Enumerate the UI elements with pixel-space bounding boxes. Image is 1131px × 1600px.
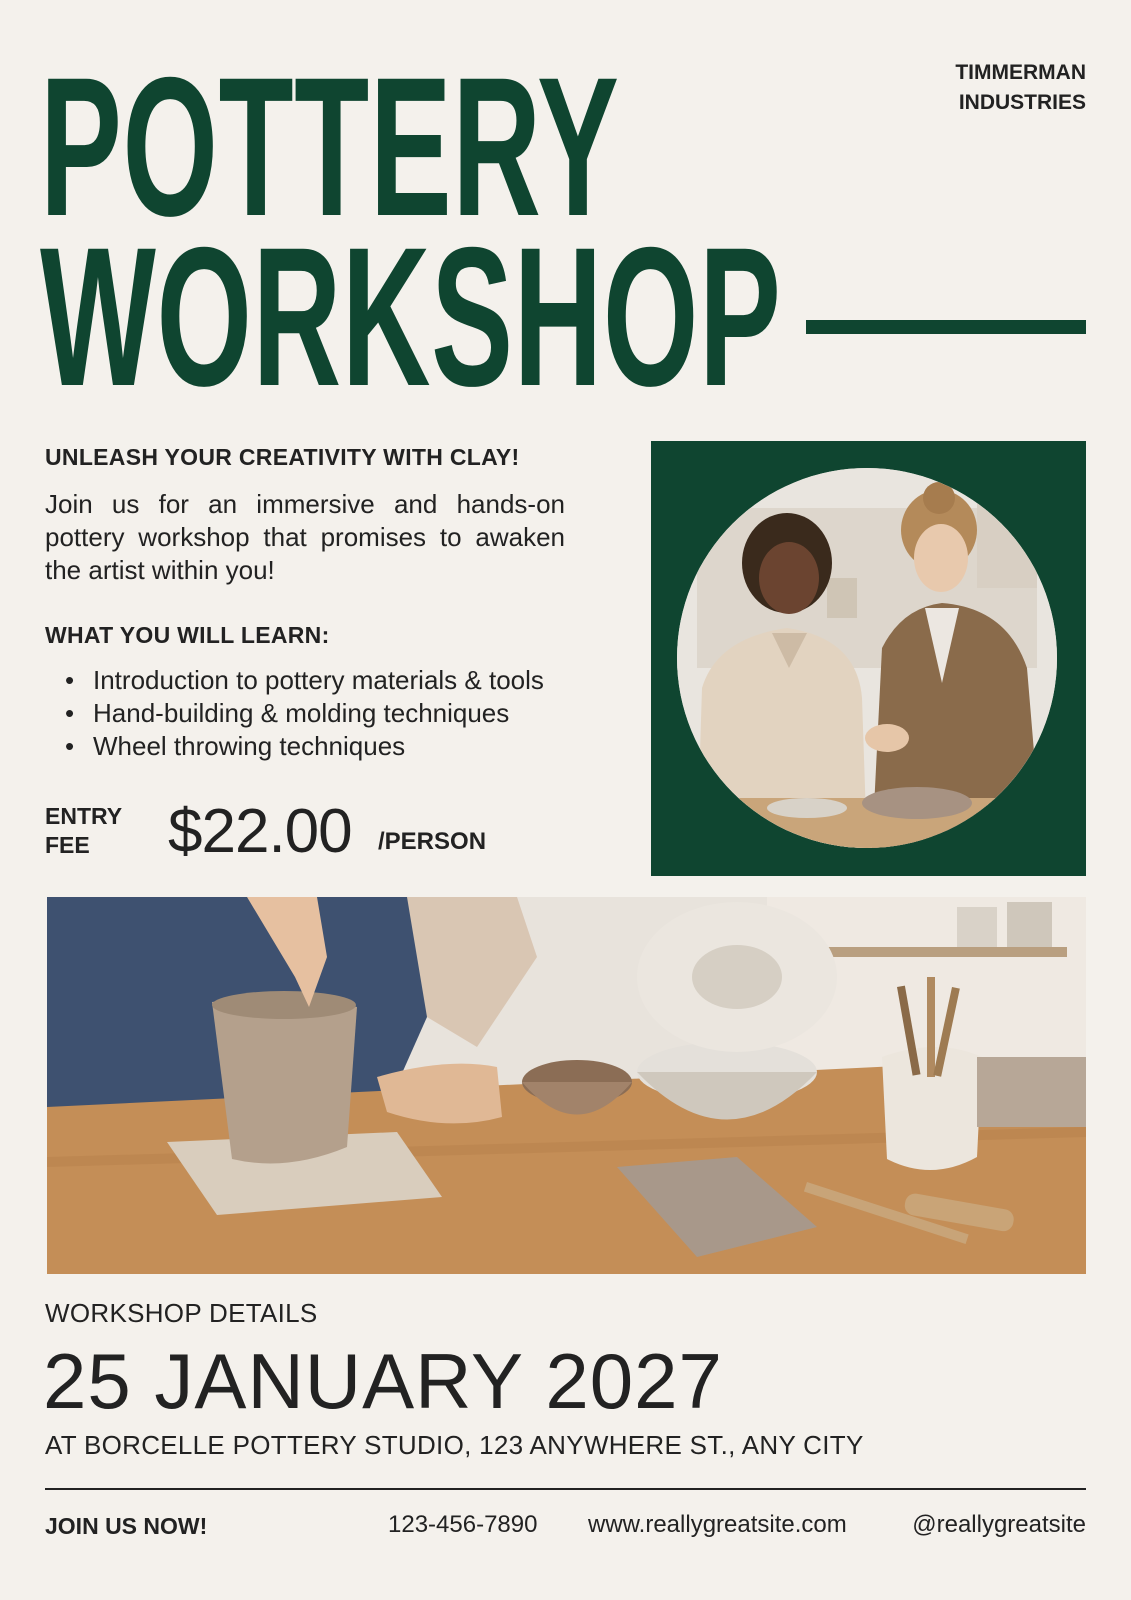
contact-phone[interactable]: 123-456-7890 [388, 1511, 537, 1539]
workshop-date: 25 JANUARY 2027 [43, 1337, 723, 1425]
workshop-venue: AT BORCELLE POTTERY STUDIO, 123 ANYWHERE… [45, 1430, 864, 1460]
workshop-details-label: WORKSHOP DETAILS [45, 1298, 318, 1328]
entry-fee-unit: /PERSON [378, 828, 487, 855]
company-name: TIMMERMAN INDUSTRIES [955, 58, 1086, 118]
learn-item-hand-building: Hand-building & molding techniques [45, 697, 544, 730]
tagline: UNLEASH YOUR CREATIVITY WITH CLAY! [45, 444, 520, 470]
learn-list: Introduction to pottery materials & tool… [45, 664, 544, 763]
entry-fee-label-line1: ENTRY [45, 803, 123, 829]
clay-workbench-illustration [47, 897, 1086, 1274]
potters-photo-illustration [677, 468, 1057, 848]
accent-rule [806, 320, 1086, 334]
join-cta: JOIN US NOW! [45, 1513, 208, 1539]
company-name-line2: INDUSTRIES [958, 91, 1086, 114]
learn-item-materials: Introduction to pottery materials & tool… [45, 664, 544, 697]
entry-fee-label-line2: FEE [45, 832, 90, 858]
contact-social-handle[interactable]: @reallygreatsite [912, 1511, 1086, 1539]
footer-divider [45, 1488, 1086, 1490]
learn-heading: WHAT YOU WILL LEARN: [45, 622, 330, 648]
title-line-workshop: WORKSHOP [40, 206, 782, 427]
learn-item-wheel-throwing: Wheel throwing techniques [45, 730, 544, 763]
entry-fee-label: ENTRY FEE [45, 802, 145, 860]
clay-workbench-photo [47, 897, 1086, 1274]
potters-photo [677, 468, 1057, 848]
intro-paragraph: Join us for an immersive and hands-on po… [45, 489, 565, 585]
photo-frame [651, 441, 1086, 876]
contact-website[interactable]: www.reallygreatsite.com [588, 1511, 847, 1539]
company-name-line1: TIMMERMAN [955, 61, 1086, 84]
entry-fee-price: $22.00 [168, 797, 353, 866]
